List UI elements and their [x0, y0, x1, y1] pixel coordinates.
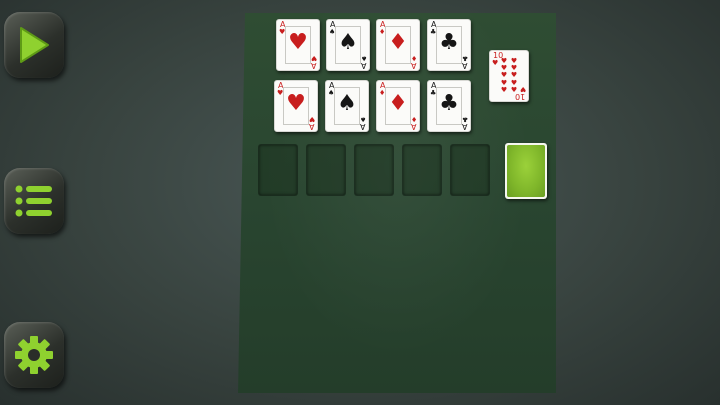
gear-icon [13, 334, 55, 376]
card-suit: ♠ [360, 54, 367, 62]
card-rank: A [410, 61, 416, 70]
empty-slot[interactable] [402, 144, 442, 196]
card-rank: A [310, 61, 316, 70]
foundation-card[interactable]: A ♥ ♥ ♥ A [276, 19, 320, 71]
foundation-card[interactable]: A ♥ ♥ ♥ A [274, 80, 318, 132]
card-center-suit: ♠ [337, 91, 357, 116]
card-center-suit: ♥ [286, 91, 306, 116]
card-back [507, 145, 545, 197]
empty-slot[interactable] [450, 144, 490, 196]
empty-slot[interactable] [306, 144, 346, 196]
menu-button[interactable] [4, 168, 64, 234]
settings-button[interactable] [4, 322, 64, 388]
empty-slot[interactable] [354, 144, 394, 196]
card-center-suit: ♦ [388, 91, 408, 116]
card-pips: ♥ ♥ ♥ ♥ ♥ ♥ ♥ ♥ ♥ ♥ [500, 57, 518, 94]
stock-deck[interactable] [505, 143, 547, 199]
card-suit: ♣ [461, 115, 468, 123]
card-suit: ♦ [410, 54, 417, 62]
card-rank: A [410, 122, 416, 131]
empty-slot[interactable] [258, 144, 298, 196]
card-center-suit: ♠ [338, 30, 358, 55]
card-center-suit: ♥ [288, 30, 308, 55]
play-icon [17, 25, 51, 65]
foundation-card[interactable]: A ♣ ♣ ♣ A [427, 80, 471, 132]
card-rank: 10 [514, 92, 525, 101]
card-rank: A [359, 122, 365, 131]
card-suit: ♥ [310, 54, 317, 62]
card-suit: ♣ [461, 54, 468, 62]
card-suit: ♥ [308, 115, 315, 123]
card-suit: ♦ [410, 115, 417, 123]
foundation-card[interactable]: A ♠ ♠ ♠ A [325, 80, 369, 132]
card-rank: A [308, 122, 314, 131]
waste-card[interactable]: 10 ♥ ♥ ♥ ♥ ♥ ♥ ♥ ♥ ♥ ♥ ♥ ♥ 10 [489, 50, 529, 102]
card-rank: A [360, 61, 366, 70]
list-menu-icon [14, 181, 54, 221]
foundation-card[interactable]: A ♦ ♦ ♦ A [376, 80, 420, 132]
card-suit: ♥ [519, 85, 526, 93]
card-center-suit: ♦ [388, 30, 408, 55]
card-suit: ♥ [492, 59, 499, 67]
play-button[interactable] [4, 12, 64, 78]
card-rank: A [461, 122, 467, 131]
foundation-card[interactable]: A ♣ ♣ ♣ A [427, 19, 471, 71]
card-rank: A [461, 61, 467, 70]
card-center-suit: ♣ [439, 30, 459, 55]
foundation-card[interactable]: A ♠ ♠ ♠ A [326, 19, 370, 71]
card-suit: ♠ [359, 115, 366, 123]
foundation-card[interactable]: A ♦ ♦ ♦ A [376, 19, 420, 71]
card-center-suit: ♣ [439, 91, 459, 116]
